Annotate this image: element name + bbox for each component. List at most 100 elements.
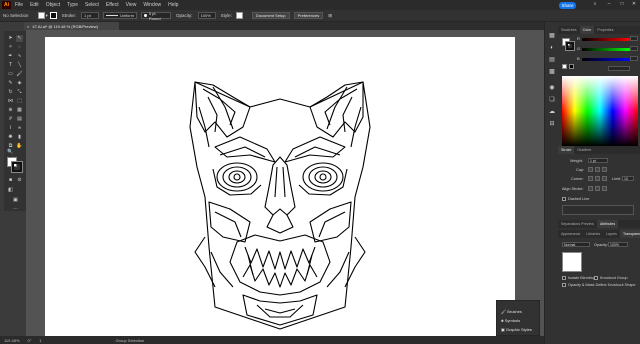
selection-tool-icon[interactable]: ➤ — [7, 35, 14, 42]
stroke-color-swatch[interactable] — [49, 12, 57, 19]
chevron-down-icon[interactable]: ▾ — [46, 13, 48, 19]
menu-view[interactable]: View — [126, 2, 137, 8]
tab-swatches[interactable]: Swatches — [558, 26, 580, 34]
slider-g[interactable] — [582, 48, 630, 51]
draw-mode-icon[interactable]: ◧ — [7, 187, 14, 194]
rotate-tool-icon[interactable]: ↻ — [7, 89, 14, 96]
graphic-style-swatch[interactable] — [235, 12, 243, 19]
tab-layers[interactable]: Layers — [603, 230, 620, 238]
slider-b-value[interactable] — [630, 56, 638, 61]
opacity-field[interactable]: 100% — [197, 12, 216, 19]
hex-field[interactable] — [608, 66, 630, 71]
paintbrush-icon[interactable]: 🖌 — [16, 71, 23, 78]
color-guide-icon[interactable]: ▤ — [548, 56, 556, 64]
lasso-icon[interactable]: ◌ — [16, 44, 23, 51]
tab-stroke[interactable]: Stroke — [558, 146, 575, 154]
eraser-icon[interactable]: ◈ — [16, 80, 23, 87]
demon-mask-artwork[interactable] — [45, 37, 515, 336]
tab-attributes[interactable]: Attributes — [596, 220, 619, 228]
brushes-item[interactable]: 🖌 Brushes — [501, 309, 522, 314]
gradient-panel-icon[interactable]: ▩ — [548, 68, 556, 76]
fill-color-swatch[interactable] — [37, 12, 45, 19]
perspective-grid-icon[interactable]: ▦ — [16, 107, 23, 114]
canvas-area[interactable] — [26, 30, 556, 336]
align-center-icon[interactable] — [588, 186, 593, 191]
butt-cap-icon[interactable] — [588, 167, 593, 172]
white-swatch[interactable] — [562, 64, 567, 69]
rotation-value[interactable]: 0° — [28, 338, 32, 343]
round-join-icon[interactable] — [595, 176, 600, 181]
tab-color[interactable]: Color — [579, 26, 595, 34]
close-icon[interactable]: ✕ — [629, 1, 639, 9]
maximize-icon[interactable]: □ — [617, 1, 627, 9]
edit-toolbar-icon[interactable]: … — [12, 205, 19, 212]
close-tab-icon[interactable]: × — [27, 24, 29, 29]
opacity-mask-checkbox[interactable] — [562, 283, 566, 287]
tab-appearance[interactable]: Appearance — [558, 230, 583, 238]
knockout-group-checkbox[interactable] — [594, 276, 598, 280]
tab-libraries[interactable]: Libraries — [583, 230, 603, 238]
limit-field[interactable]: 10 — [622, 176, 634, 181]
isolate-blending-checkbox[interactable] — [562, 276, 566, 280]
color-stroke-swatch[interactable] — [565, 41, 575, 51]
magic-wand-icon[interactable]: ✧ — [7, 44, 14, 51]
screen-mode-icon[interactable]: ▣ — [12, 197, 19, 204]
dashed-line-checkbox[interactable] — [562, 197, 566, 201]
arrange-documents-icon[interactable]: ⊞ — [328, 13, 332, 19]
eyedropper-icon[interactable]: ⌇ — [7, 125, 14, 132]
stroke-swatch[interactable] — [11, 161, 23, 173]
swatches-panel-icon[interactable]: ▦ — [548, 32, 556, 40]
variable-width-profile[interactable]: Uniform — [103, 12, 138, 19]
document-tab[interactable]: × 47.Ai.ai* @ 119.48 % (RGB/Preview) — [24, 22, 119, 30]
tab-transparency[interactable]: Transparency — [619, 230, 640, 238]
gradient-tool-icon[interactable]: ▤ — [16, 116, 23, 123]
slider-b[interactable] — [582, 58, 630, 61]
blend-mode-select[interactable]: Normal — [562, 242, 590, 247]
align-outside-icon[interactable] — [602, 186, 607, 191]
free-transform-icon[interactable]: ⬚ — [16, 98, 23, 105]
zoom-tool-icon[interactable]: 🔍 — [7, 149, 14, 156]
document-setup-button[interactable]: Document Setup — [251, 12, 290, 19]
artboard-number[interactable]: 1 — [39, 338, 41, 343]
zoom-level[interactable]: 119.48% — [4, 338, 20, 343]
miter-join-icon[interactable] — [588, 176, 593, 181]
shape-builder-icon[interactable]: ⊕ — [7, 107, 14, 114]
width-tool-icon[interactable]: ⋈ — [7, 98, 14, 105]
hand-tool-icon[interactable]: ✋ — [16, 143, 23, 150]
pen-tool-icon[interactable]: ✒ — [7, 53, 14, 60]
tab-gradient[interactable]: Gradient — [574, 146, 594, 154]
menu-file[interactable]: File — [15, 2, 23, 8]
blend-tool-icon[interactable]: ∞ — [16, 125, 23, 132]
pencil-icon[interactable]: ✎ — [7, 80, 14, 87]
slider-r-value[interactable] — [630, 36, 638, 41]
color-panel-icon[interactable]: ◐ — [548, 44, 556, 52]
curvature-tool-icon[interactable]: ∿ — [16, 53, 23, 60]
slider-g-value[interactable] — [630, 46, 638, 51]
direct-selection-tool-icon[interactable]: ↖ — [16, 35, 23, 42]
stroke-weight-field[interactable]: 1 pt — [81, 12, 100, 19]
menu-type[interactable]: Type — [67, 2, 78, 8]
weight-field[interactable]: 1 pt — [588, 158, 608, 163]
search-icon[interactable]: ⌕ — [590, 1, 600, 9]
share-button[interactable]: Share — [559, 1, 576, 9]
none-mode-icon[interactable]: ⊘ — [16, 177, 23, 184]
projecting-cap-icon[interactable] — [602, 167, 607, 172]
mesh-tool-icon[interactable]: # — [7, 116, 14, 123]
scale-tool-icon[interactable]: ⤡ — [16, 89, 23, 96]
libraries-panel-icon[interactable]: ☁ — [548, 108, 556, 116]
symbols-item[interactable]: ♣ Symbols — [501, 318, 520, 323]
menu-help[interactable]: Help — [168, 2, 178, 8]
round-cap-icon[interactable] — [595, 167, 600, 172]
artboard[interactable] — [45, 37, 515, 336]
menu-window[interactable]: Window — [143, 2, 161, 8]
appearance-panel-icon[interactable]: ◉ — [548, 84, 556, 92]
tab-separations-preview[interactable]: Separations Preview — [558, 220, 597, 228]
type-tool-icon[interactable]: T — [7, 62, 14, 69]
menu-select[interactable]: Select — [85, 2, 99, 8]
align-panel-icon[interactable]: ⊟ — [548, 120, 556, 128]
slider-r[interactable] — [582, 38, 630, 41]
color-mode-icon[interactable]: ■ — [7, 177, 14, 184]
symbol-sprayer-icon[interactable]: ✺ — [7, 134, 14, 141]
line-tool-icon[interactable]: ╲ — [16, 62, 23, 69]
dash-gap-fields[interactable] — [562, 205, 634, 215]
